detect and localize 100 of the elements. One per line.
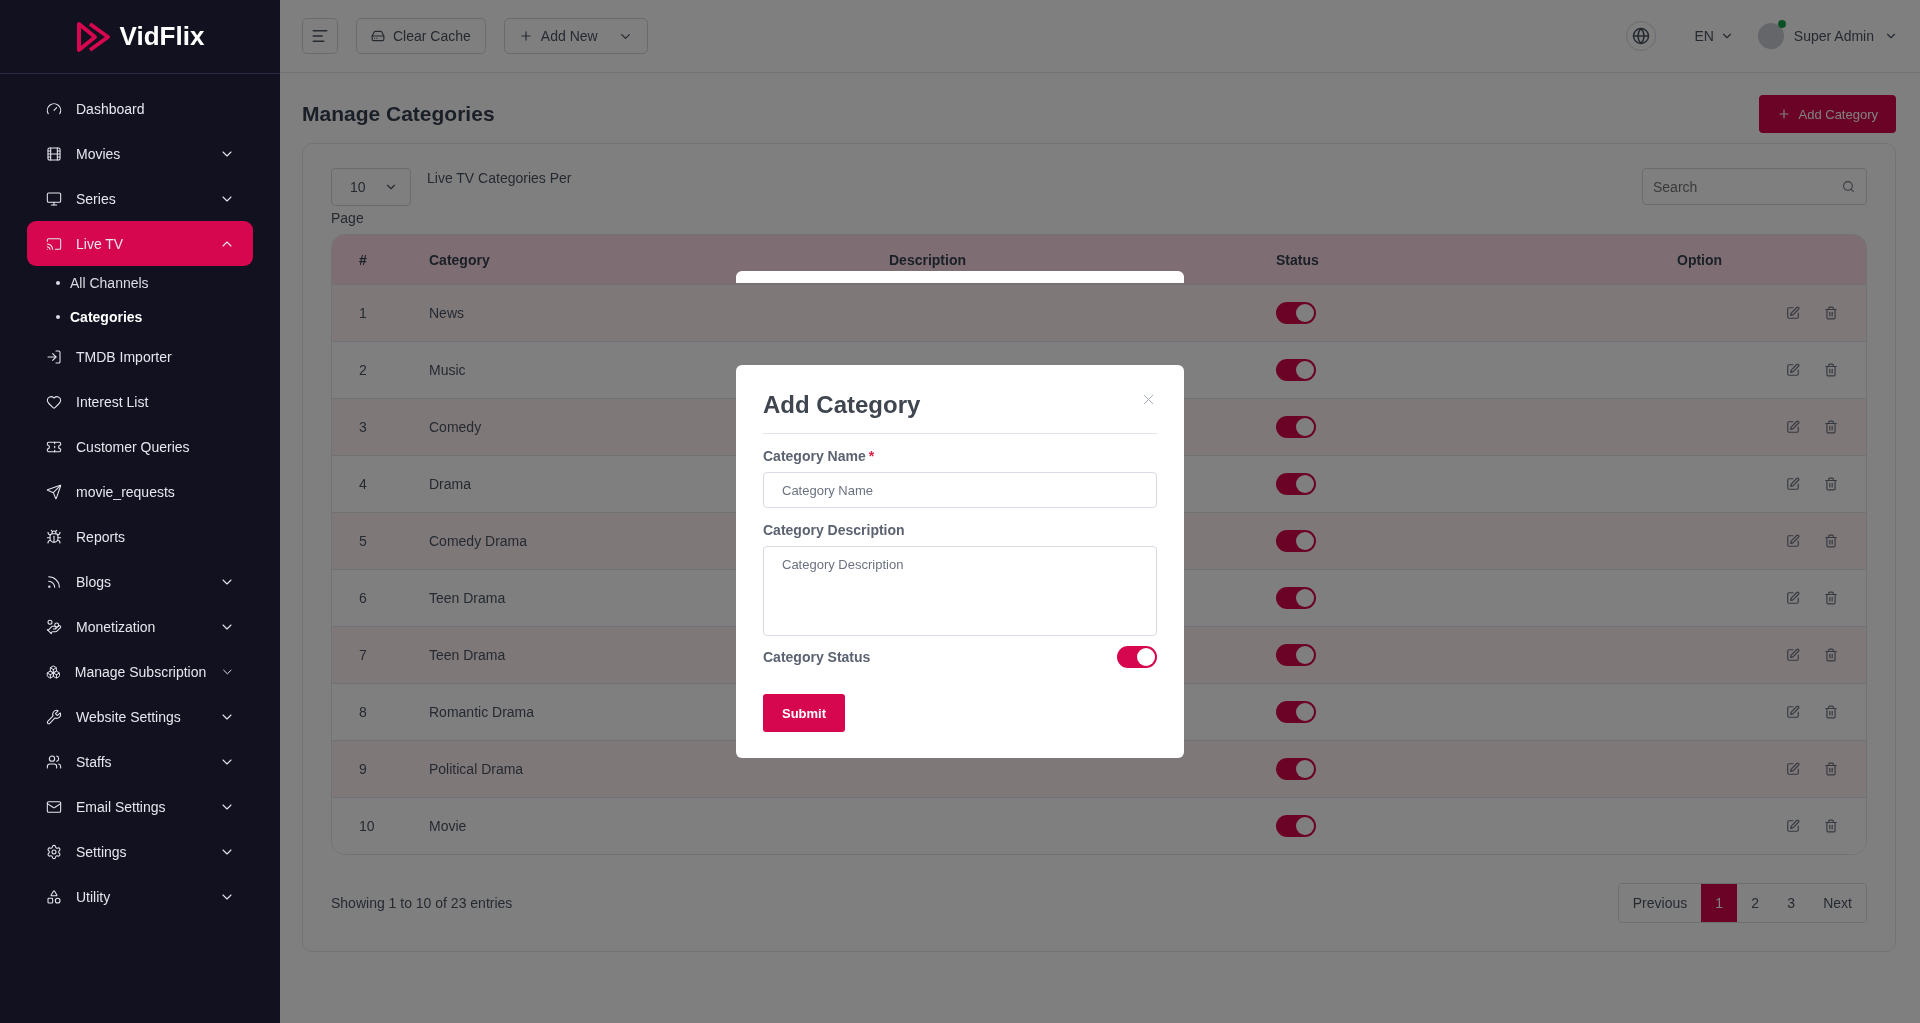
delete-icon[interactable] [1824, 762, 1838, 776]
delete-icon[interactable] [1824, 819, 1838, 833]
sidebar-item[interactable]: Movies [27, 131, 253, 176]
per-page-label: Page [331, 209, 364, 228]
table-cell: Teen Drama [429, 647, 506, 663]
send-icon [46, 483, 62, 500]
status-toggle[interactable] [1276, 416, 1316, 438]
cast-icon [46, 235, 62, 252]
status-toggle[interactable] [1276, 587, 1316, 609]
search-icon [1842, 180, 1855, 193]
edit-icon[interactable] [1786, 705, 1800, 719]
sidebar-item[interactable]: Customer Queries [27, 424, 253, 469]
sidebar-item[interactable]: Blogs [27, 559, 253, 604]
status-toggle[interactable] [1276, 359, 1316, 381]
entries-summary: Showing 1 to 10 of 23 entries [331, 895, 513, 911]
sidebar-item[interactable]: Website Settings [27, 694, 253, 739]
delete-icon[interactable] [1824, 363, 1838, 377]
per-page-select[interactable]: 10 [331, 168, 411, 206]
table-cell: 6 [359, 590, 367, 606]
delete-icon[interactable] [1824, 591, 1838, 605]
bug-icon [46, 528, 62, 545]
table-cell: 5 [359, 533, 367, 549]
status-toggle[interactable] [1276, 701, 1316, 723]
page-title: Manage Categories [302, 102, 495, 126]
column-header: Status [1276, 251, 1319, 268]
sidebar-item[interactable]: Live TV [27, 221, 253, 266]
gauge-icon [46, 100, 62, 117]
sidebar-item[interactable]: movie_requests [27, 469, 253, 514]
sidebar-subitem[interactable]: All Channels [27, 266, 253, 300]
import-icon [46, 348, 62, 365]
table-cell: 3 [359, 419, 367, 435]
logo-icon [75, 19, 112, 54]
sidebar-item[interactable]: Dashboard [27, 86, 253, 131]
input-field[interactable]: Category Name [763, 472, 1157, 508]
sidebar-item[interactable]: Monetization [27, 604, 253, 649]
delete-icon[interactable] [1824, 306, 1838, 320]
table-cell: Comedy Drama [429, 533, 528, 549]
delete-icon[interactable] [1824, 705, 1838, 719]
sidebar-item[interactable]: Manage Subscription [27, 649, 253, 694]
edit-icon[interactable] [1786, 762, 1800, 776]
menu-button[interactable] [302, 18, 338, 54]
per-page-label: Live TV Categories Per [427, 169, 572, 188]
edit-icon[interactable] [1786, 363, 1800, 377]
status-toggle[interactable] [1276, 530, 1316, 552]
sidebar-item[interactable]: Utility [27, 874, 253, 919]
table-cell: 8 [359, 704, 367, 720]
table-cell: Romantic Drama [429, 704, 535, 720]
sidebar-item[interactable]: Staffs [27, 739, 253, 784]
film-icon [46, 145, 62, 162]
edit-icon[interactable] [1786, 477, 1800, 491]
delete-icon[interactable] [1824, 534, 1838, 548]
add-new-button[interactable]: Add New [503, 18, 648, 54]
edit-icon[interactable] [1786, 648, 1800, 662]
sidebar-item[interactable]: Interest List [27, 379, 253, 424]
search-field[interactable]: Search [1642, 168, 1867, 205]
table-cell: Drama [429, 476, 471, 492]
edit-icon[interactable] [1786, 420, 1800, 434]
edit-icon[interactable] [1786, 819, 1800, 833]
status-toggle[interactable] [1276, 815, 1316, 837]
status-toggle[interactable] [1276, 644, 1316, 666]
table-cell: 9 [359, 761, 367, 777]
clear-cache-button[interactable]: Clear Cache [356, 18, 486, 54]
wrench-icon [46, 708, 62, 725]
plus-icon [1776, 107, 1791, 121]
table-cell: Movie [429, 818, 467, 834]
user-menu[interactable]: Super Admin [1757, 23, 1898, 49]
hand-coin-icon [46, 618, 62, 635]
delete-icon[interactable] [1824, 648, 1838, 662]
rss-icon [46, 573, 62, 590]
menu-icon [311, 27, 329, 45]
table-cell: 4 [359, 476, 367, 492]
table-cell: Teen Drama [429, 590, 506, 606]
table-cell: Comedy [429, 419, 482, 435]
status-toggle[interactable] [1117, 646, 1157, 668]
sidebar-subitem[interactable]: Categories [27, 300, 253, 334]
sidebar-item[interactable]: TMDB Importer [27, 334, 253, 379]
status-toggle[interactable] [1276, 473, 1316, 495]
shapes-icon [46, 888, 62, 905]
brand-name: VidFlix [119, 21, 205, 52]
delete-icon[interactable] [1824, 420, 1838, 434]
delete-icon[interactable] [1824, 477, 1838, 491]
table-cell: 7 [359, 647, 367, 663]
sidebar-item[interactable]: Reports [27, 514, 253, 559]
edit-icon[interactable] [1786, 306, 1800, 320]
column-header: Option [1677, 251, 1723, 268]
column-header: # [359, 251, 367, 268]
sidebar-item[interactable]: Email Settings [27, 784, 253, 829]
users-icon [46, 753, 62, 770]
table-cell: Political Drama [429, 761, 524, 777]
edit-icon[interactable] [1786, 534, 1800, 548]
language-select[interactable]: EN [1688, 27, 1740, 45]
status-toggle[interactable] [1276, 302, 1316, 324]
edit-icon[interactable] [1786, 591, 1800, 605]
sidebar-item[interactable]: Series [27, 176, 253, 221]
table-cell: 2 [359, 362, 367, 378]
status-toggle[interactable] [1276, 758, 1316, 780]
submit-button[interactable]: Submit [763, 694, 846, 732]
field-label: Category Status [763, 649, 871, 665]
text-area[interactable]: Category Description [763, 546, 1157, 636]
sidebar-item[interactable]: Settings [27, 829, 253, 874]
